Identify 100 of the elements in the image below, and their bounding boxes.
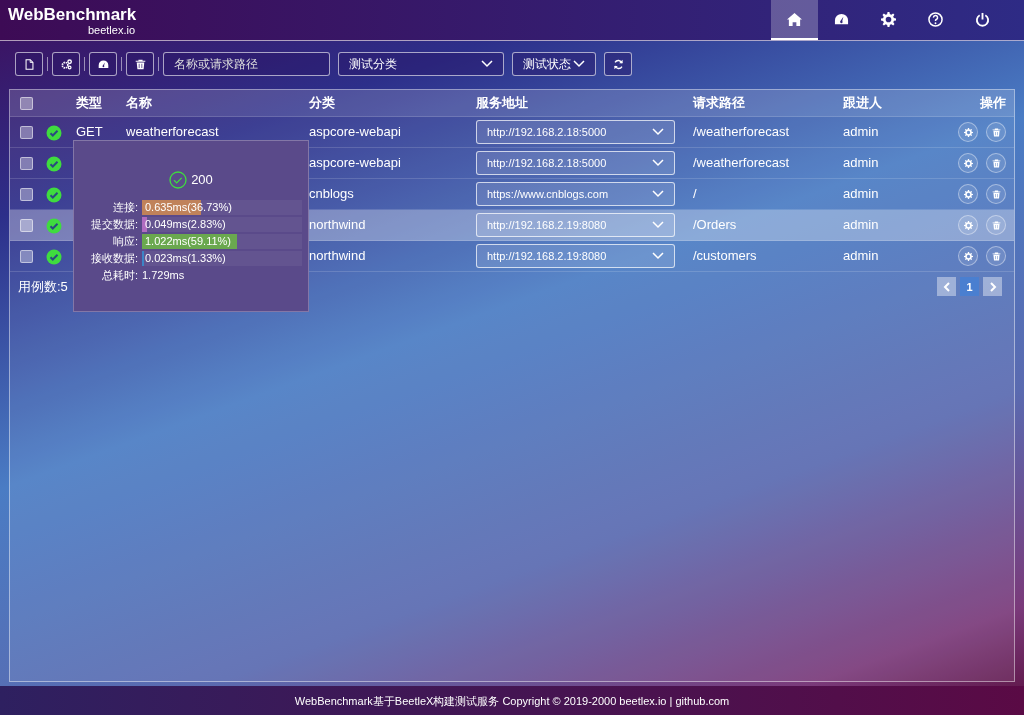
column-header: 请求路径 [693, 95, 745, 111]
file-icon [23, 58, 35, 70]
gauge-icon [97, 58, 109, 70]
settings-icon [963, 158, 973, 168]
trash-icon [134, 58, 146, 70]
gears-icon [60, 58, 72, 70]
chevron-icon [652, 159, 664, 167]
settings-button[interactable] [958, 122, 978, 142]
timing-reading: 1.022ms(59.11%) [145, 233, 231, 249]
toolbar-button[interactable] [15, 52, 43, 76]
toolbar-button[interactable] [126, 52, 154, 76]
delete-button[interactable] [986, 246, 1006, 266]
search-field[interactable]: 名称或请求路径 [163, 52, 330, 76]
method-text: GET [76, 124, 103, 140]
select-all-checkbox[interactable] [20, 96, 33, 110]
toolbar-button[interactable] [52, 52, 80, 76]
footer-text: WebBenchmark基于BeetleX构建测试服务 Copyright © 2019-2000 beetlex.io | github.com [0, 686, 1024, 715]
chevron-right-icon [988, 281, 997, 292]
path-text: /weatherforecast [693, 124, 790, 140]
follower-text: admin [843, 186, 879, 202]
status-code: 200 [191, 171, 213, 189]
settings-icon [963, 127, 973, 137]
category-text: aspcore-webapi [309, 124, 401, 140]
server-select[interactable]: http://192.168.2.18:5000 [476, 120, 675, 144]
refresh-icon [612, 58, 624, 70]
nav-tab[interactable] [771, 0, 818, 40]
row-checkbox[interactable] [20, 125, 33, 139]
timing-label: 提交数据: [89, 216, 138, 232]
column-header: 分类 [309, 95, 335, 111]
column-header: 类型 [76, 95, 102, 111]
follower-text: admin [843, 248, 879, 264]
category-text: cnblogs [309, 186, 354, 202]
category-text: northwind [309, 217, 366, 233]
delete-button[interactable] [986, 184, 1006, 204]
power-icon [975, 11, 990, 27]
delete-button[interactable] [986, 215, 1006, 235]
chevron-icon [652, 221, 664, 229]
case-name: weatherforecast [126, 124, 219, 140]
column-header: 服务地址 [476, 95, 528, 111]
category-text: northwind [309, 248, 366, 264]
status-select[interactable]: 测试状态 [512, 52, 596, 76]
settings-button[interactable] [958, 153, 978, 173]
path-text: /customers [693, 248, 757, 264]
follower-text: admin [843, 155, 879, 171]
next-page-button[interactable] [983, 277, 1002, 297]
total-time: 1.729ms [142, 267, 185, 283]
settings-icon [881, 11, 896, 27]
path-text: /weatherforecast [693, 155, 790, 171]
settings-button[interactable] [958, 215, 978, 235]
row-checkbox[interactable] [20, 156, 33, 170]
category-text: aspcore-webapi [309, 155, 401, 171]
chevron-left-icon [942, 281, 951, 292]
toolbar-button[interactable] [89, 52, 117, 76]
help-icon [928, 11, 943, 27]
settings-icon [963, 220, 973, 230]
path-text: / [693, 186, 697, 202]
category-select[interactable]: 测试分类 [338, 52, 504, 76]
timing-label: 响应: [111, 233, 138, 249]
timing-reading: 0.023ms(1.33%) [145, 250, 226, 266]
timing-label: 接收数据: [89, 250, 138, 266]
server-select[interactable]: http://192.168.2.19:8080 [476, 213, 675, 237]
chevron-icon [652, 190, 664, 198]
settings-icon [963, 251, 973, 261]
column-header: 操作 [980, 95, 1006, 111]
chevron-icon [652, 252, 664, 260]
chevron-icon [652, 128, 664, 136]
trash-icon [991, 158, 1001, 168]
page-button[interactable]: 1 [960, 277, 979, 297]
timing-label: 连接: [111, 199, 138, 215]
settings-button[interactable] [958, 246, 978, 266]
case-count: 用例数:5 [18, 278, 68, 296]
timing-reading: 0.049ms(2.83%) [145, 216, 226, 232]
trash-icon [991, 189, 1001, 199]
total-label: 总耗时: [100, 267, 138, 283]
gauge-icon [834, 11, 849, 27]
trash-icon [991, 220, 1001, 230]
trash-icon [991, 127, 1001, 137]
previous-page-button[interactable] [937, 277, 956, 297]
app-subtitle: beetlex.io [86, 24, 135, 36]
chevron-icon [573, 60, 585, 68]
chevron-icon [481, 60, 493, 68]
follower-text: admin [843, 217, 879, 233]
server-select[interactable]: http://192.168.2.18:5000 [476, 151, 675, 175]
success-icon [169, 170, 188, 189]
trash-icon [991, 251, 1001, 261]
follower-text: admin [843, 124, 879, 140]
server-select[interactable]: https://www.cnblogs.com [476, 182, 675, 206]
settings-button[interactable] [958, 184, 978, 204]
server-select[interactable]: http://192.168.2.19:8080 [476, 244, 675, 268]
path-text: /Orders [693, 217, 737, 233]
refresh-button[interactable] [604, 52, 632, 76]
column-header: 跟进人 [843, 95, 882, 111]
row-checkbox[interactable] [20, 249, 33, 263]
column-header: 名称 [126, 95, 152, 111]
row-checkbox[interactable] [20, 187, 33, 201]
delete-button[interactable] [986, 122, 1006, 142]
delete-button[interactable] [986, 153, 1006, 173]
home-icon [787, 11, 802, 27]
row-checkbox[interactable] [20, 218, 33, 232]
settings-icon [963, 189, 973, 199]
